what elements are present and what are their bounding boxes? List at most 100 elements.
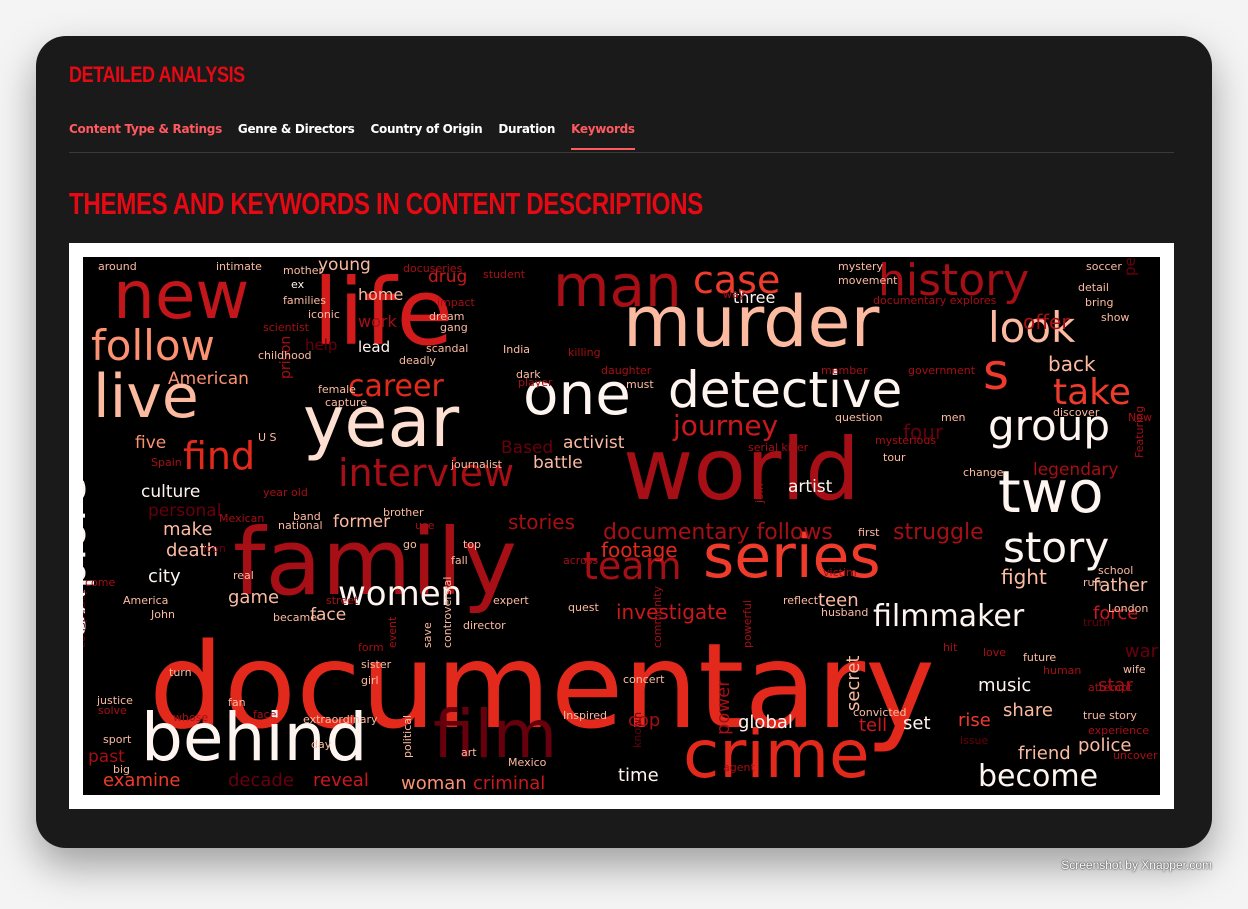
word-husband: husband	[821, 606, 869, 619]
word-controversial: controversial	[441, 576, 454, 648]
word-rise: rise	[958, 710, 991, 731]
subsection-title: THEMES AND KEYWORDS IN CONTENT DESCRIPTI…	[69, 186, 703, 221]
word-secret: secret	[843, 655, 864, 712]
word-mother: mother	[283, 264, 324, 277]
word-icon: icon	[203, 542, 226, 555]
wordcloud-panel: documentary life family world year murder behi…	[69, 243, 1174, 809]
word-filmmaker: filmmaker	[873, 599, 1025, 634]
word-india: India	[503, 343, 530, 356]
word-fan: fan	[228, 696, 246, 709]
word-activist: activist	[563, 433, 625, 453]
word-became: became	[273, 611, 318, 624]
word-detail: detail	[1078, 281, 1109, 294]
word-street: street	[326, 594, 359, 607]
word-extraordinary: extraordinary	[303, 713, 378, 726]
word-tell: tell	[859, 715, 888, 736]
word-director: director	[463, 619, 506, 632]
word-year-old: year old	[263, 486, 308, 499]
word-art: art	[461, 746, 477, 759]
word-legendary: legendary	[1033, 460, 1119, 480]
word-school: school	[1098, 564, 1134, 577]
word-join: join	[753, 483, 766, 503]
word-experience: experience	[1088, 724, 1149, 737]
word-sister: sister	[361, 658, 392, 671]
word-real: real	[233, 569, 254, 582]
word-conspiracy: conspiracy	[83, 588, 88, 648]
word-change: change	[963, 466, 1004, 479]
word-face: face	[253, 708, 277, 721]
word-brother: brother	[383, 506, 424, 519]
word-based: Based	[501, 438, 554, 458]
word-ex: ex	[291, 278, 305, 291]
word-future: future	[1023, 651, 1057, 664]
word-top: top	[463, 538, 482, 551]
wordcloud-image: documentary life family world year murder behi…	[83, 257, 1160, 795]
word-fall: fall	[451, 554, 468, 567]
word-solve: solve	[98, 704, 127, 717]
word-save: save	[421, 622, 434, 648]
word-student: student	[483, 268, 526, 281]
word-global: global	[738, 712, 793, 733]
word-serial-killer: serial killer	[748, 441, 809, 454]
word-docuseries: docuseries	[403, 262, 463, 275]
word-culture: culture	[141, 482, 201, 502]
screenshot-credit: Screenshot by Xnapper.com	[1061, 858, 1212, 872]
word-five: five	[135, 433, 167, 453]
word-journalist: journalist	[451, 458, 502, 471]
word-fight: fight	[1001, 565, 1047, 589]
tab-keywords[interactable]: Keywords	[571, 114, 635, 150]
tab-genre-directors[interactable]: Genre & Directors	[238, 114, 355, 148]
word-criminal: criminal	[473, 773, 546, 794]
word-investigate: investigate	[616, 600, 728, 624]
word-mystery: mystery	[838, 260, 884, 273]
word-home: home	[358, 285, 404, 304]
tab-content-type-ratings[interactable]: Content Type & Ratings	[69, 114, 222, 148]
word-issue: issue	[960, 734, 989, 747]
tab-country-of-origin[interactable]: Country of Origin	[371, 114, 483, 148]
word-mexican: Mexican	[219, 512, 265, 525]
word-community: community	[651, 585, 664, 648]
word-girl: girl	[361, 674, 379, 687]
section-title: DETAILED ANALYSIS	[69, 62, 245, 87]
word-american: American	[168, 369, 249, 389]
word-city: city	[148, 566, 181, 587]
word-share: share	[1003, 700, 1053, 721]
word-uncover: uncover	[1113, 749, 1158, 762]
word-featuring: Featuring	[1133, 405, 1146, 458]
word-truth: truth	[1083, 616, 1111, 629]
word-scandal: scandal	[426, 342, 469, 355]
word-spain: Spain	[151, 456, 182, 469]
word-go: go	[403, 538, 417, 551]
word-journey: journey	[673, 409, 779, 442]
word-bring: bring	[1085, 296, 1114, 309]
word-turn: turn	[169, 666, 192, 679]
word-families: families	[283, 294, 326, 307]
word-reveal: reveal	[313, 770, 369, 791]
word-tour: tour	[883, 451, 906, 464]
word-deadly: deadly	[399, 354, 437, 367]
word-attempt: attempt	[1088, 681, 1133, 694]
word-become: become	[978, 759, 1099, 794]
word-love: love	[983, 646, 1007, 659]
word-work: work	[358, 312, 397, 331]
word-friend: friend	[1018, 743, 1071, 764]
word-expert: expert	[493, 594, 529, 607]
word-war: war	[1124, 641, 1158, 662]
word-whose: whose	[173, 711, 209, 724]
word-set: set	[903, 713, 931, 734]
word-game: game	[228, 587, 280, 608]
word-gang: gang	[440, 321, 468, 334]
word-john: John	[151, 608, 175, 621]
word-artist: artist	[788, 477, 833, 497]
tab-duration[interactable]: Duration	[498, 114, 555, 148]
word-man: man	[553, 257, 682, 320]
word-follow: follow	[91, 321, 215, 370]
word-mysterious: mysterious	[875, 434, 937, 447]
word-hit: hit	[943, 641, 958, 654]
word-london: London	[1108, 602, 1149, 615]
word-music: music	[978, 675, 1032, 696]
word-power: power	[713, 679, 734, 735]
word-killing: killing	[568, 346, 601, 359]
word-u-s: U S	[258, 431, 277, 444]
tab-bar: Content Type & Ratings Genre & Directors…	[69, 114, 1174, 153]
